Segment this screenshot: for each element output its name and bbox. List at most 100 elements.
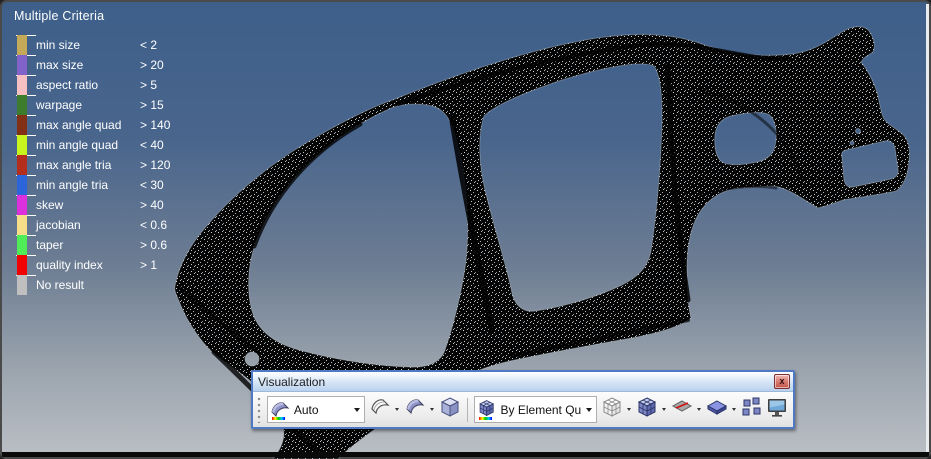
legend-color-swatch <box>17 275 27 295</box>
legend-color-swatch <box>17 235 27 255</box>
legend-item-value: > 5 <box>140 75 157 95</box>
legend-color-swatch <box>17 115 27 135</box>
legend-item-quality-index: quality index > 1 <box>14 255 204 275</box>
flat-plate-button[interactable] <box>704 396 729 424</box>
legend-item-label: min size <box>36 35 80 55</box>
wireframe-surface-button[interactable] <box>367 396 392 424</box>
chevron-down-icon <box>354 408 360 412</box>
legend-item-label: No result <box>36 275 84 295</box>
legend-item-aspect-ratio: aspect ratio > 5 <box>14 75 204 95</box>
wireframe-surface-button-dropdown[interactable] <box>392 396 401 424</box>
legend-item-max-angle-tria: max angle tria > 120 <box>14 155 204 175</box>
frame-highlight-strip <box>926 4 929 453</box>
legend-item-value: < 30 <box>140 175 164 195</box>
legend-item-value: < 40 <box>140 135 164 155</box>
legend-item-warpage: warpage > 15 <box>14 95 204 115</box>
visualization-titlebar[interactable]: Visualization x <box>253 372 793 392</box>
legend-item-min-size: min size < 2 <box>14 35 204 55</box>
legend-item-min-angle-quad: min angle quad < 40 <box>14 135 204 155</box>
legend-color-swatch <box>17 55 27 75</box>
legend-item-max-angle-quad: max angle quad > 140 <box>14 115 204 135</box>
display-mode-combo[interactable]: Auto <box>267 396 365 423</box>
legend-item-max-size: max size> 20 <box>14 55 204 75</box>
chevron-down-icon <box>627 408 631 411</box>
section-plane-button[interactable] <box>669 396 694 424</box>
legend-item-label: skew <box>36 195 63 215</box>
section-plane-button-dropdown[interactable] <box>695 396 704 424</box>
toolbar-separator <box>467 398 468 422</box>
surface-shaded-icon <box>404 396 426 423</box>
chevron-down-icon <box>395 408 399 411</box>
legend-item-skew: skew > 40 <box>14 195 204 215</box>
legend-color-swatch <box>17 35 27 55</box>
legend-color-swatch <box>17 95 27 115</box>
color-by-combo[interactable]: By Element Qu <box>474 396 598 423</box>
wireframe-cube-button[interactable] <box>599 396 624 424</box>
legend-item-min-angle-tria: min angle tria < 30 <box>14 175 204 195</box>
monitor-icon <box>766 396 788 423</box>
combo-dropdown-button[interactable] <box>349 398 364 421</box>
cube-rainbow-icon <box>476 399 498 421</box>
chevron-down-icon <box>430 408 434 411</box>
color-by-combo-value: By Element Qu <box>501 403 582 417</box>
flat-plate-button-dropdown[interactable] <box>730 396 739 424</box>
legend-item-label: taper <box>36 235 63 255</box>
legend-item-value: > 40 <box>140 195 164 215</box>
shaded-element-cube-button-dropdown[interactable] <box>660 396 669 424</box>
legend-item-value: > 0.6 <box>140 235 167 255</box>
cube-shaded-icon <box>439 396 461 423</box>
surface-rainbow-icon <box>269 399 291 421</box>
shaded-surface-button[interactable] <box>402 396 427 424</box>
legend-item-label: jacobian <box>36 215 81 235</box>
legend-title: Multiple Criteria <box>14 9 204 23</box>
display-mode-combo-value: Auto <box>294 403 349 417</box>
legend-item-value: > 1 <box>140 255 157 275</box>
legend-color-swatch <box>17 175 27 195</box>
visualization-window: Visualization x Auto By Element Qu <box>251 370 795 429</box>
legend-item-taper: taper > 0.6 <box>14 235 204 255</box>
legend-item-label: min angle tria <box>36 175 108 195</box>
cube-wireframe-icon <box>601 396 623 423</box>
chevron-down-icon <box>697 408 701 411</box>
plate-blue-icon <box>706 396 728 423</box>
shaded-element-cube-button[interactable] <box>634 396 659 424</box>
legend-rows: min size< 2max size> 20aspect ratio> 5wa… <box>14 35 204 295</box>
legend-item-value: > 140 <box>140 115 170 135</box>
legend-color-swatch <box>17 215 27 235</box>
visualization-window-title: Visualization <box>253 375 325 389</box>
visualization-toolbar: Auto By Element Qu <box>253 392 793 427</box>
application-viewport: Multiple Criteria min size < 2max size> 2… <box>0 0 931 459</box>
legend-color-swatch <box>17 195 27 215</box>
legend-item-label: aspect ratio <box>36 75 98 95</box>
legend-item-value: > 20 <box>140 55 164 75</box>
legend-item-label: warpage <box>36 95 82 115</box>
solid-cube-view-button[interactable] <box>437 396 462 424</box>
legend-item-label: quality index <box>36 255 103 275</box>
toolbar-drag-handle[interactable] <box>257 397 262 423</box>
shaded-surface-button-dropdown[interactable] <box>428 396 437 424</box>
combo-dropdown-button[interactable] <box>581 398 596 421</box>
legend-item-label: max angle tria <box>36 155 111 175</box>
wireframe-cube-button-dropdown[interactable] <box>625 396 634 424</box>
scatter-cubes-icon <box>741 396 763 423</box>
cube-blue-icon <box>636 396 658 423</box>
surface-wireframe-icon <box>369 396 391 423</box>
criteria-legend: Multiple Criteria min size < 2max size> 2… <box>14 9 204 295</box>
exploded-elements-button[interactable] <box>739 396 764 424</box>
plate-red-line-icon <box>671 396 693 423</box>
legend-item-jacobian: jacobian < 0.6 <box>14 215 204 235</box>
frame-bottom-border <box>2 452 929 457</box>
legend-item-label: min angle quad <box>36 135 118 155</box>
legend-item-no-result: No result <box>14 275 204 295</box>
legend-item-value: < 2 <box>140 35 157 55</box>
legend-item-value: < 0.6 <box>140 215 167 235</box>
legend-color-swatch <box>17 75 27 95</box>
legend-color-swatch <box>17 135 27 155</box>
chevron-down-icon <box>732 408 736 411</box>
display-settings-button[interactable] <box>765 396 790 424</box>
legend-item-value: > 120 <box>140 155 170 175</box>
close-icon[interactable]: x <box>774 374 790 389</box>
legend-item-label: max angle quad <box>36 115 121 135</box>
legend-item-value: > 15 <box>140 95 164 115</box>
legend-color-swatch <box>17 155 27 175</box>
